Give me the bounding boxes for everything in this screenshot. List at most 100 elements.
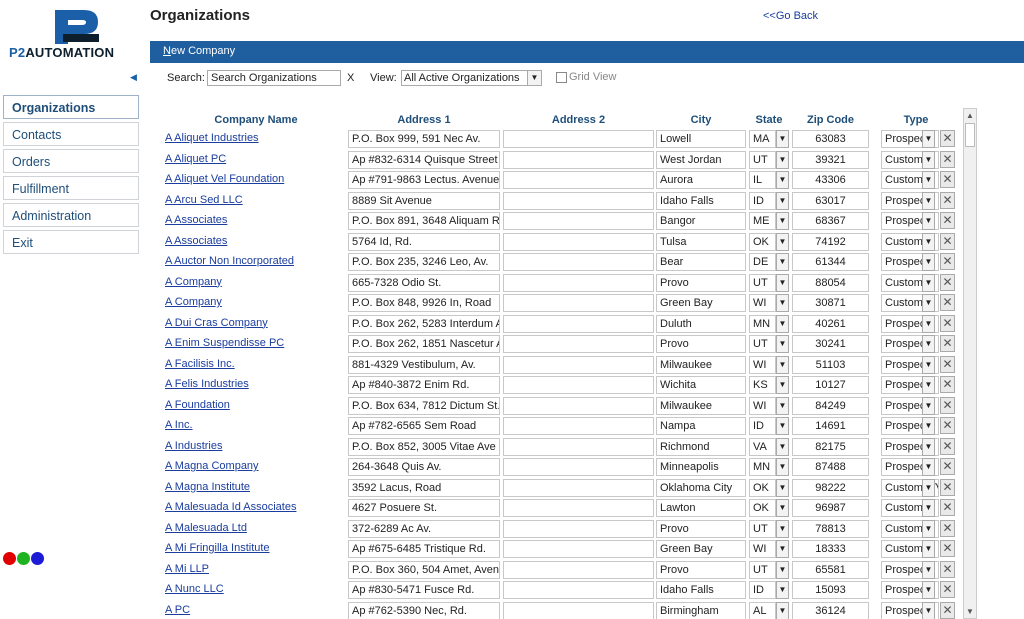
cell-zip[interactable]: 96987 xyxy=(792,499,869,517)
cell-zip[interactable]: 40261 xyxy=(792,314,869,333)
cell-addr2[interactable] xyxy=(503,519,654,538)
company-name-link[interactable]: A Mi LLP xyxy=(164,560,344,579)
delete-row-icon[interactable]: ✕ xyxy=(940,581,955,598)
cell-zip[interactable]: 61344 xyxy=(792,253,869,271)
type-dropdown-icon[interactable]: ▼ xyxy=(922,519,935,538)
state-dropdown-icon[interactable]: ▼ xyxy=(776,396,789,415)
cell-addr2[interactable] xyxy=(503,499,654,517)
cell-addr2[interactable] xyxy=(503,581,654,599)
company-name-link[interactable]: A Inc. xyxy=(164,417,344,435)
cell-addr1[interactable]: 8889 Sit Avenue xyxy=(348,191,500,210)
cell-zip[interactable]: 88054 xyxy=(792,273,869,292)
company-name-link[interactable]: A Felis Industries xyxy=(164,376,344,394)
cell-addr1[interactable]: 665-7328 Odio St. xyxy=(348,273,500,292)
state-dropdown-icon[interactable]: ▼ xyxy=(776,191,789,210)
cell-city[interactable]: Bear xyxy=(656,253,746,271)
company-name-link[interactable]: A Associates xyxy=(164,232,344,251)
state-dropdown-icon[interactable]: ▼ xyxy=(776,171,789,189)
type-dropdown-icon[interactable]: ▼ xyxy=(922,212,935,230)
cell-zip[interactable]: 14691 xyxy=(792,417,869,435)
cell-addr1[interactable]: Ap #830-5471 Fusce Rd. xyxy=(348,581,500,599)
state-dropdown-icon[interactable]: ▼ xyxy=(776,519,789,538)
cell-state[interactable]: UT xyxy=(749,335,776,353)
delete-row-icon[interactable]: ✕ xyxy=(940,417,955,434)
company-name-link[interactable]: A Mi Fringilla Institute xyxy=(164,540,344,558)
cell-addr2[interactable] xyxy=(503,417,654,435)
cell-addr1[interactable]: Ap #762-5390 Nec, Rd. xyxy=(348,601,500,619)
cell-addr1[interactable]: P.O. Box 852, 3005 Vitae Ave xyxy=(348,437,500,456)
cell-addr2[interactable] xyxy=(503,601,654,619)
cell-zip[interactable]: 65581 xyxy=(792,560,869,579)
cell-zip[interactable]: 30871 xyxy=(792,294,869,312)
cell-addr1[interactable]: 372-6289 Ac Av. xyxy=(348,519,500,538)
type-dropdown-icon[interactable]: ▼ xyxy=(922,581,935,599)
delete-row-icon[interactable]: ✕ xyxy=(940,478,955,496)
state-dropdown-icon[interactable]: ▼ xyxy=(776,601,789,619)
cell-state[interactable]: VA xyxy=(749,437,776,456)
grid-view-checkbox[interactable] xyxy=(556,72,567,83)
cell-zip[interactable]: 18333 xyxy=(792,540,869,558)
state-dropdown-icon[interactable]: ▼ xyxy=(776,335,789,353)
cell-addr1[interactable]: P.O. Box 262, 5283 Interdum A xyxy=(348,314,500,333)
type-dropdown-icon[interactable]: ▼ xyxy=(922,130,935,148)
type-dropdown-icon[interactable]: ▼ xyxy=(922,478,935,497)
cell-state[interactable]: WI xyxy=(749,294,776,312)
cell-city[interactable]: Green Bay xyxy=(656,294,746,312)
company-name-link[interactable]: A Arcu Sed LLC xyxy=(164,191,344,210)
cell-addr2[interactable] xyxy=(503,396,654,415)
column-header-state[interactable]: State xyxy=(749,114,789,126)
delete-row-icon[interactable]: ✕ xyxy=(940,376,955,393)
cell-addr1[interactable]: P.O. Box 891, 3648 Aliquam R xyxy=(348,212,500,230)
view-select[interactable]: All Active Organizations ▼ xyxy=(401,70,542,86)
state-dropdown-icon[interactable]: ▼ xyxy=(776,253,789,271)
cell-state[interactable]: UT xyxy=(749,150,776,169)
cell-zip[interactable]: 78813 xyxy=(792,519,869,538)
delete-row-icon[interactable]: ✕ xyxy=(940,396,955,414)
type-dropdown-icon[interactable]: ▼ xyxy=(922,417,935,435)
state-dropdown-icon[interactable]: ▼ xyxy=(776,458,789,476)
cell-state[interactable]: UT xyxy=(749,560,776,579)
delete-row-icon[interactable]: ✕ xyxy=(940,212,955,229)
cell-addr1[interactable]: 264-3648 Quis Av. xyxy=(348,458,500,476)
cell-city[interactable]: Nampa xyxy=(656,417,746,435)
cell-city[interactable]: Milwaukee xyxy=(656,396,746,415)
cell-state[interactable]: UT xyxy=(749,273,776,292)
delete-row-icon[interactable]: ✕ xyxy=(940,540,955,557)
company-name-link[interactable]: A Company xyxy=(164,273,344,292)
cell-city[interactable]: Green Bay xyxy=(656,540,746,558)
company-name-link[interactable]: A Industries xyxy=(164,437,344,456)
delete-row-icon[interactable]: ✕ xyxy=(940,519,955,537)
column-header-city[interactable]: City xyxy=(656,114,746,126)
cell-addr2[interactable] xyxy=(503,212,654,230)
state-dropdown-icon[interactable]: ▼ xyxy=(776,355,789,374)
sidebar-item-fulfillment[interactable]: Fulfillment xyxy=(3,176,139,200)
cell-city[interactable]: Provo xyxy=(656,335,746,353)
cell-addr2[interactable] xyxy=(503,458,654,476)
cell-zip[interactable]: 74192 xyxy=(792,232,869,251)
collapse-sidebar-icon[interactable]: ◀ xyxy=(130,72,137,83)
cell-zip[interactable]: 51103 xyxy=(792,355,869,374)
delete-row-icon[interactable]: ✕ xyxy=(940,335,955,352)
delete-row-icon[interactable]: ✕ xyxy=(940,560,955,578)
delete-row-icon[interactable]: ✕ xyxy=(940,232,955,250)
cell-city[interactable]: Idaho Falls xyxy=(656,191,746,210)
go-back-link[interactable]: <<Go Back xyxy=(763,10,818,22)
state-dropdown-icon[interactable]: ▼ xyxy=(776,560,789,579)
type-dropdown-icon[interactable]: ▼ xyxy=(922,396,935,415)
state-dropdown-icon[interactable]: ▼ xyxy=(776,294,789,312)
state-dropdown-icon[interactable]: ▼ xyxy=(776,478,789,497)
cell-addr2[interactable] xyxy=(503,376,654,394)
sidebar-item-contacts[interactable]: Contacts xyxy=(3,122,139,146)
cell-addr2[interactable] xyxy=(503,171,654,189)
cell-city[interactable]: Provo xyxy=(656,519,746,538)
sidebar-item-organizations[interactable]: Organizations xyxy=(3,95,139,119)
cell-state[interactable]: ID xyxy=(749,417,776,435)
delete-row-icon[interactable]: ✕ xyxy=(940,458,955,475)
state-dropdown-icon[interactable]: ▼ xyxy=(776,437,789,456)
delete-row-icon[interactable]: ✕ xyxy=(940,499,955,516)
cell-zip[interactable]: 82175 xyxy=(792,437,869,456)
company-name-link[interactable]: A Auctor Non Incorporated xyxy=(164,253,344,271)
cell-state[interactable]: MN xyxy=(749,314,776,333)
sidebar-item-orders[interactable]: Orders xyxy=(3,149,139,173)
cell-state[interactable]: IL xyxy=(749,171,776,189)
